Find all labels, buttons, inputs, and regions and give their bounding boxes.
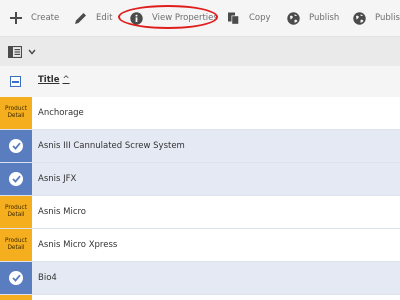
table-row[interactable]: Asnis JFX (0, 163, 400, 196)
table-row-partial (0, 295, 32, 300)
view-properties-label: View Properties (152, 13, 218, 23)
title-column-header[interactable]: Title ^ (38, 75, 70, 85)
row-title: Asnis Micro Xpress (38, 240, 118, 250)
create-button[interactable]: Create (10, 0, 59, 36)
publish-page-button[interactable]: Publish (353, 0, 400, 36)
badge-line: Product (4, 204, 27, 211)
table-row[interactable]: Asnis III Cannulated Screw System (0, 130, 400, 163)
view-properties-button[interactable]: View Properties (130, 0, 218, 36)
row-title: Asnis III Cannulated Screw System (38, 141, 185, 151)
row-selected-checkbox[interactable] (0, 163, 32, 195)
row-title: Bio4 (38, 273, 57, 283)
badge-line: Detail (7, 113, 25, 119)
badge-line: Product (4, 237, 27, 244)
row-title: Asnis Micro (38, 207, 86, 217)
edit-button[interactable]: Edit (74, 0, 112, 36)
table-row[interactable]: Product Detail Anchorage (0, 97, 400, 130)
copy-button[interactable]: Copy (227, 0, 271, 36)
row-title: Asnis JFX (38, 174, 77, 184)
product-detail-badge[interactable]: Product Detail (0, 196, 32, 228)
checkmark-icon (9, 172, 23, 186)
badge-label: Product Detail (5, 238, 27, 253)
title-column-label: Title (38, 75, 60, 85)
publish-button[interactable]: Publish (287, 0, 339, 36)
table-row[interactable]: Bio4 (0, 262, 400, 295)
badge-line: Detail (7, 245, 25, 251)
globe-icon (287, 11, 300, 25)
create-label: Create (31, 13, 60, 23)
badge-line: Product (4, 105, 27, 112)
checkmark-icon (9, 271, 23, 285)
table-row[interactable]: Product Detail Asnis Micro (0, 196, 400, 229)
publish-label: Publish (309, 13, 340, 23)
publish-page-label: Publish (375, 13, 400, 23)
info-icon (130, 11, 143, 25)
table-row[interactable]: Product Detail Asnis Micro Xpress (0, 229, 400, 262)
sort-ascending-icon: ^ (62, 75, 70, 85)
plus-icon (10, 12, 22, 24)
list-view-icon (8, 46, 22, 58)
badge-label: Product Detail (5, 106, 27, 121)
product-detail-badge[interactable]: Product Detail (0, 229, 32, 261)
copy-label: Copy (249, 13, 271, 23)
checkmark-icon (9, 139, 23, 153)
edit-label: Edit (96, 13, 113, 23)
product-detail-badge[interactable]: Product Detail (0, 97, 32, 129)
row-title: Anchorage (38, 108, 84, 118)
select-all-checkbox[interactable] (10, 76, 21, 87)
globe-icon (353, 11, 366, 25)
pencil-icon (75, 12, 86, 24)
row-selected-checkbox[interactable] (0, 262, 32, 294)
table-header: Title ^ (0, 66, 400, 98)
table-body: Product Detail Anchorage Asnis III Cannulat… (0, 97, 400, 295)
badge-line: Detail (7, 212, 25, 218)
badge-label: Product Detail (5, 205, 27, 220)
view-switcher-button[interactable] (8, 44, 36, 60)
view-bar (0, 37, 400, 67)
copy-icon (228, 12, 239, 24)
action-toolbar: Create Edit View Properties Copy Publish (0, 0, 400, 37)
chevron-down-icon (28, 49, 36, 55)
row-selected-checkbox[interactable] (0, 130, 32, 162)
